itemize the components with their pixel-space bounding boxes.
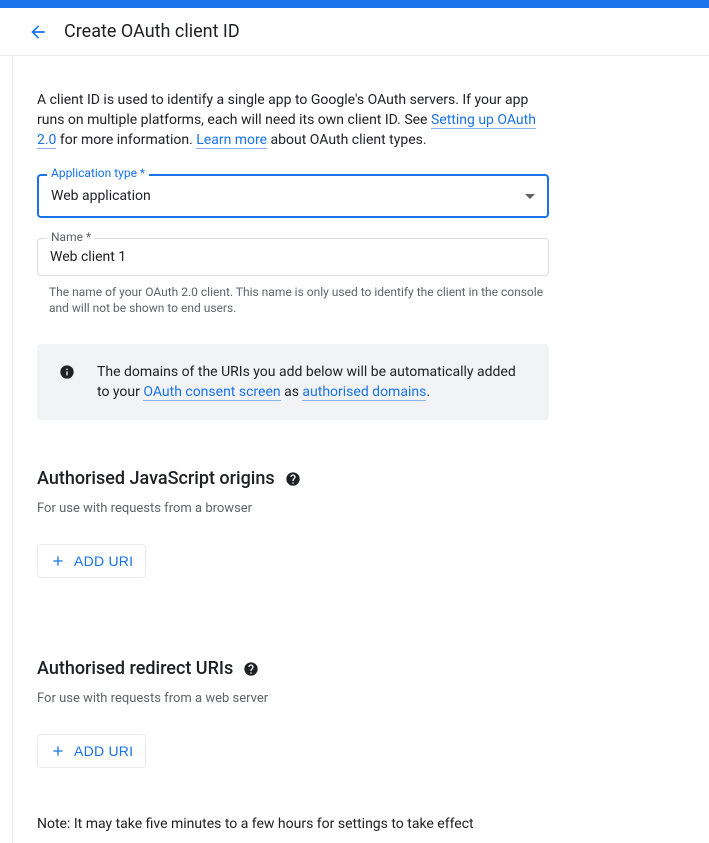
consent-screen-link[interactable]: OAuth consent screen (143, 384, 280, 401)
info-text-2: as (281, 384, 303, 400)
intro-text-3: about OAuth client types. (267, 132, 426, 148)
page-title: Create OAuth client ID (64, 21, 240, 42)
back-arrow-icon[interactable] (28, 22, 48, 42)
name-label: Name * (47, 230, 95, 244)
name-field: Name * Web client 1 (37, 238, 549, 276)
add-uri-button-redirect[interactable]: ADD URI (37, 734, 146, 768)
intro-paragraph: A client ID is used to identify a single… (37, 90, 557, 150)
plus-icon (50, 743, 66, 759)
application-type-field: Application type * Web application (37, 174, 549, 218)
info-icon (59, 364, 75, 380)
add-uri-label-js: ADD URI (74, 553, 133, 569)
authorised-domains-link[interactable]: authorised domains (302, 384, 426, 401)
js-origins-section: Authorised JavaScript origins For use wi… (37, 468, 549, 578)
application-type-select[interactable]: Web application (37, 174, 549, 218)
js-origins-desc: For use with requests from a browser (37, 501, 549, 516)
name-helper-text: The name of your OAuth 2.0 client. This … (49, 284, 549, 316)
learn-more-link[interactable]: Learn more (196, 132, 267, 149)
name-input[interactable]: Web client 1 (37, 238, 549, 276)
info-panel: The domains of the URIs you add below wi… (37, 344, 549, 420)
page-header: Create OAuth client ID (0, 8, 709, 56)
js-origins-heading: Authorised JavaScript origins (37, 468, 549, 489)
info-text: The domains of the URIs you add below wi… (97, 362, 529, 402)
js-origins-title: Authorised JavaScript origins (37, 468, 275, 489)
help-icon[interactable] (285, 471, 301, 487)
plus-icon (50, 553, 66, 569)
info-text-3: . (426, 384, 430, 400)
redirect-uris-title: Authorised redirect URIs (37, 658, 233, 679)
help-icon[interactable] (243, 661, 259, 677)
application-type-label: Application type * (47, 166, 149, 180)
chevron-down-icon (525, 194, 535, 199)
content-area: A client ID is used to identify a single… (12, 56, 709, 843)
window-topbar (0, 0, 709, 8)
application-type-value: Web application (51, 188, 151, 204)
redirect-uris-desc: For use with requests from a web server (37, 691, 549, 706)
add-uri-button-js[interactable]: ADD URI (37, 544, 146, 578)
name-value: Web client 1 (50, 249, 126, 265)
settings-note: Note: It may take five minutes to a few … (37, 816, 685, 832)
intro-text-2: for more information. (56, 132, 196, 148)
redirect-uris-heading: Authorised redirect URIs (37, 658, 549, 679)
redirect-uris-section: Authorised redirect URIs For use with re… (37, 658, 549, 768)
add-uri-label-redirect: ADD URI (74, 743, 133, 759)
